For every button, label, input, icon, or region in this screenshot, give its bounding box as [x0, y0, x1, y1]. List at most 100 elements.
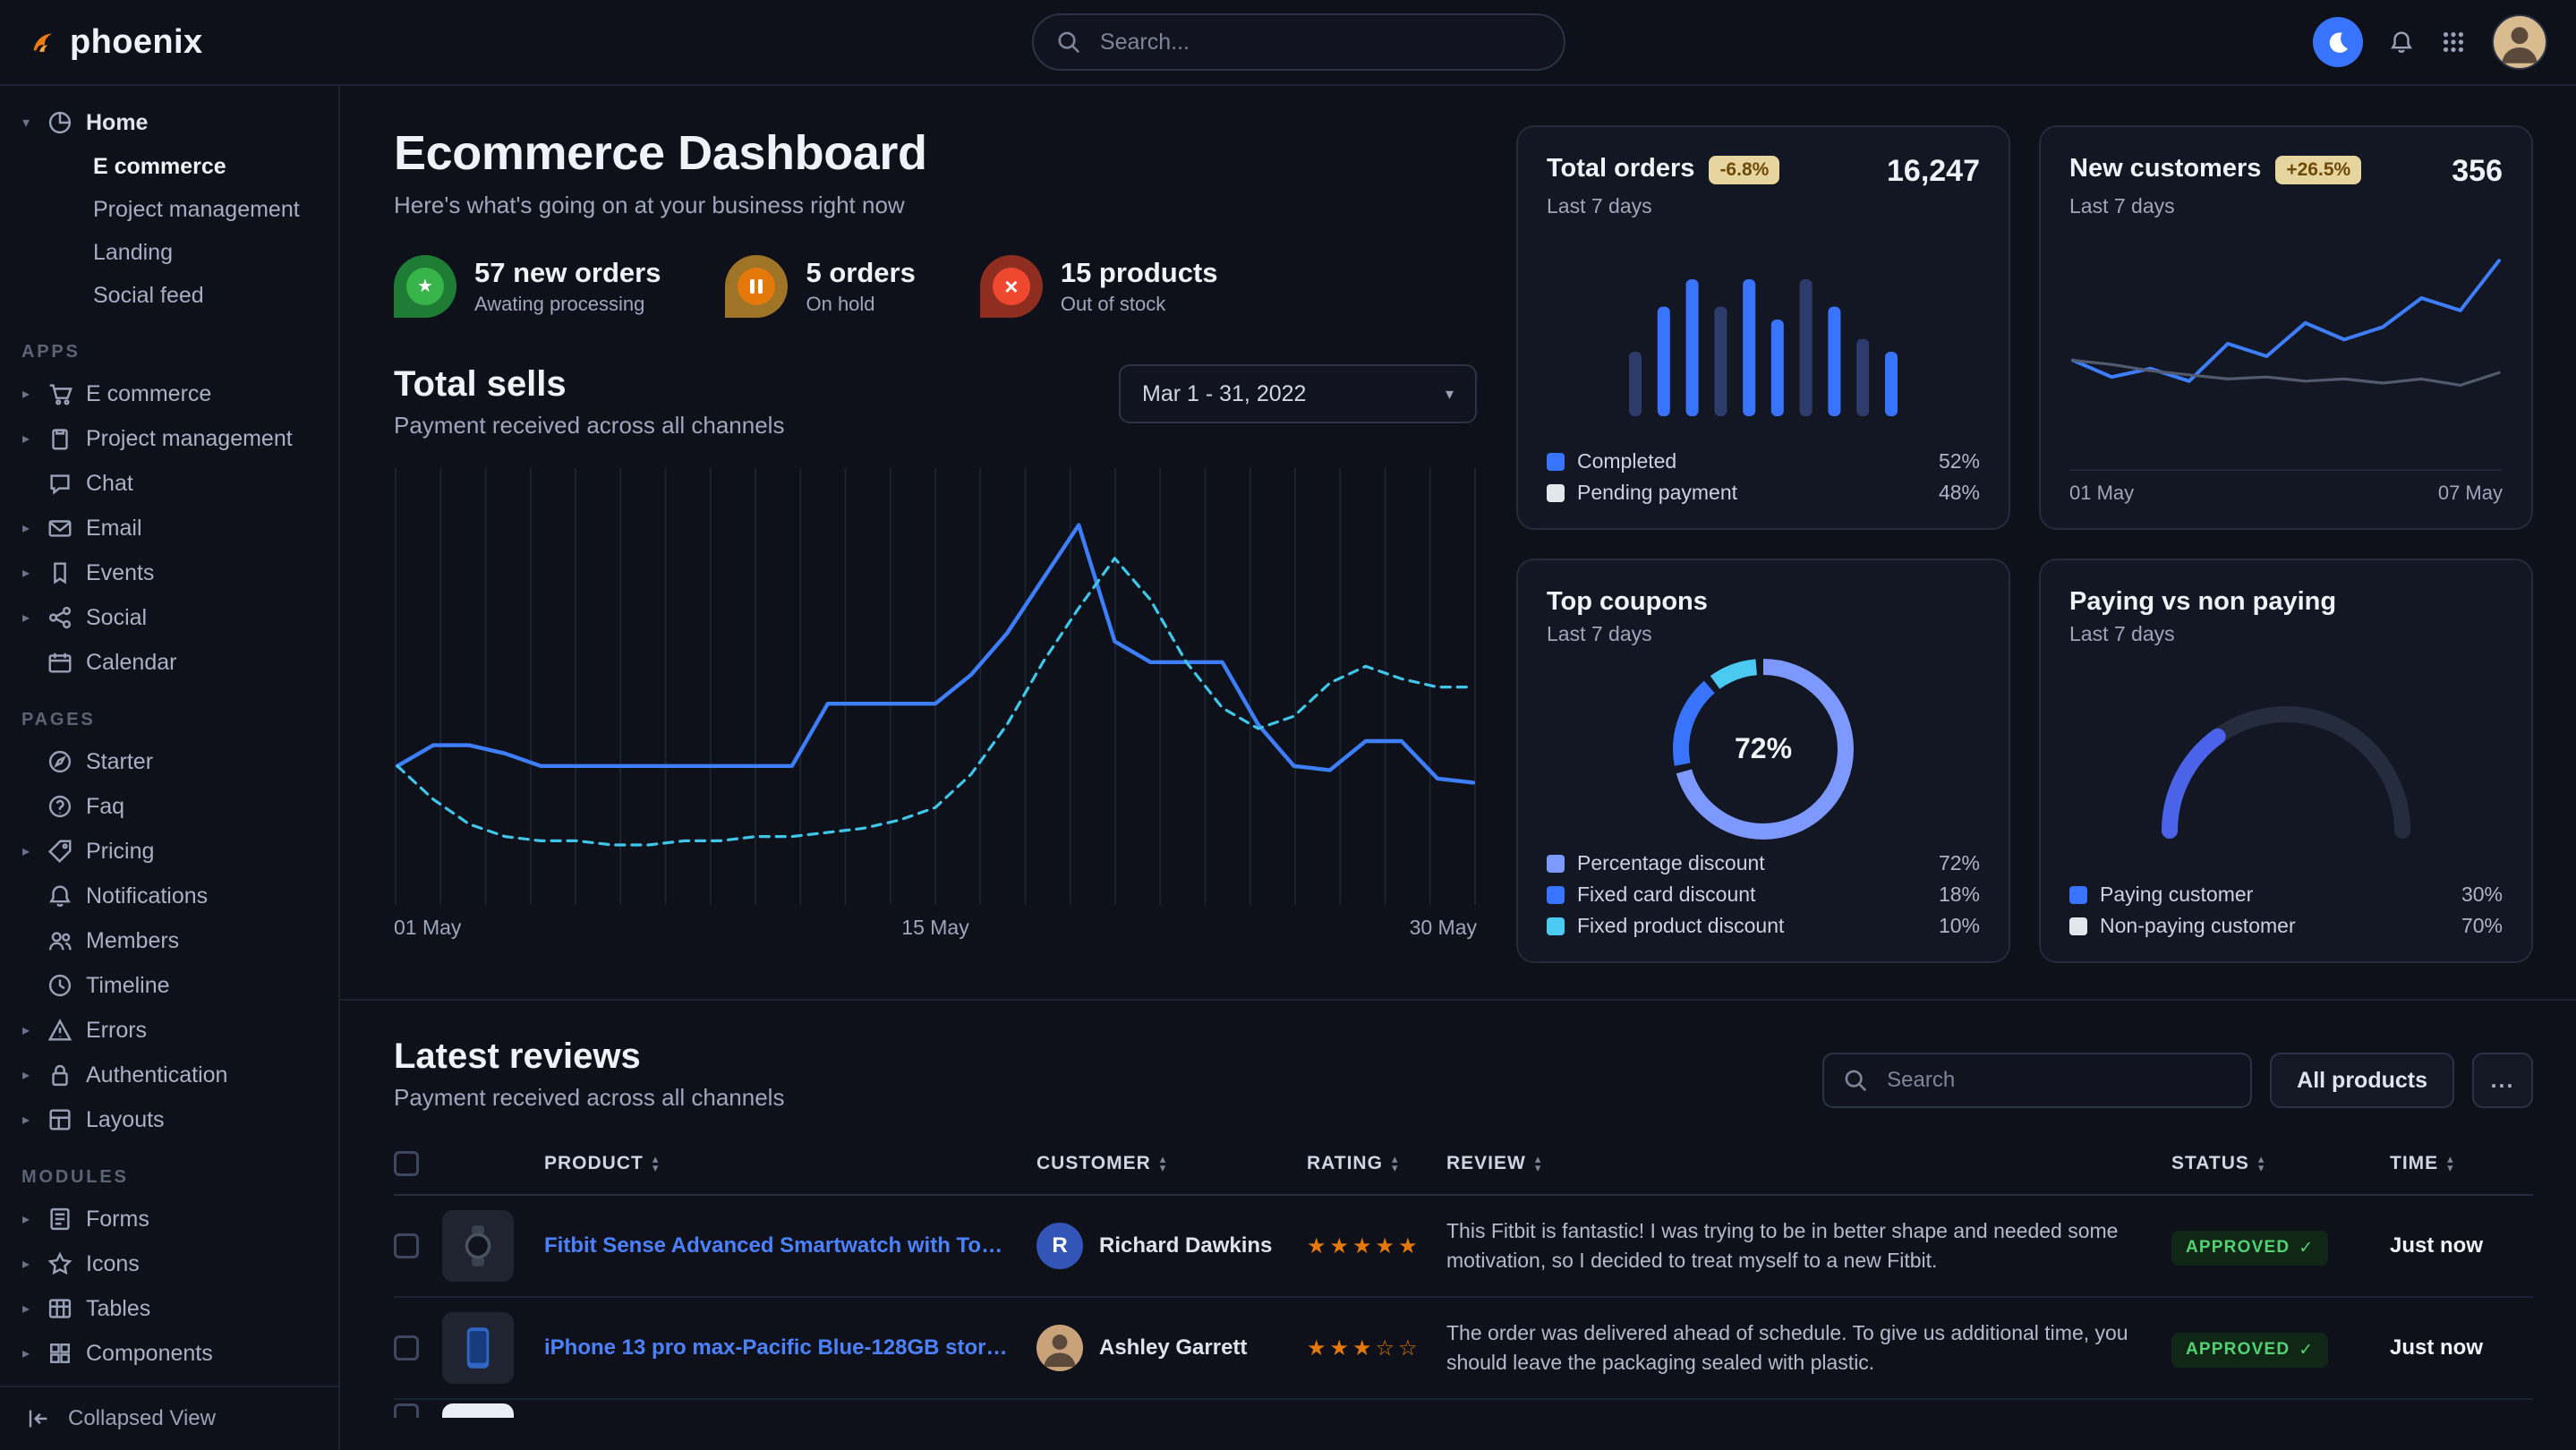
chevron-right-icon: ▸ [18, 1255, 34, 1273]
sidebar-item-starter[interactable]: Starter [0, 739, 338, 784]
column-status[interactable]: STATUS▴▾ [2171, 1153, 2390, 1174]
chevron-right-icon: ▸ [18, 1210, 34, 1228]
clipboard-icon [47, 425, 73, 452]
product-link[interactable]: Fitbit Sense Advanced Smartwatch with To… [544, 1233, 1036, 1258]
search-icon [1055, 29, 1082, 55]
sidebar-section-modules: MODULES [21, 1167, 338, 1188]
global-search-input[interactable] [1096, 28, 1542, 57]
table-icon [47, 1295, 73, 1322]
sidebar-item-components[interactable]: ▸ Components [0, 1331, 338, 1376]
review-row: iPhone 13 pro max-Pacific Blue-128GB sto… [394, 1298, 2533, 1400]
sidebar-item-chat[interactable]: Chat [0, 461, 338, 506]
row-checkbox[interactable] [394, 1335, 419, 1360]
rating-stars: ★★★★★ [1307, 1233, 1446, 1259]
brand-name: phoenix [70, 23, 202, 62]
sidebar-item-errors[interactable]: ▸ Errors [0, 1008, 338, 1053]
notifications-button[interactable] [2388, 26, 2415, 58]
apps-menu-button[interactable] [2440, 27, 2467, 57]
collapsed-view-toggle[interactable]: Collapsed View [0, 1386, 338, 1450]
phoenix-logo-icon [29, 19, 55, 65]
theme-toggle-button[interactable] [2313, 17, 2363, 67]
date-range-select[interactable]: Mar 1 - 31, 2022 ▾ [1119, 364, 1477, 423]
sidebar-item-notifications[interactable]: Notifications [0, 874, 338, 918]
puzzle-icon [47, 1340, 73, 1367]
chat-icon [47, 470, 73, 497]
sidebar-item-home[interactable]: ▾ Home [0, 100, 338, 145]
check-icon: ✓ [2299, 1238, 2314, 1258]
new-orders-icon: ★ [394, 255, 456, 318]
product-thumbnail[interactable] [442, 1312, 514, 1384]
sidebar-item-pricing[interactable]: ▸ Pricing [0, 829, 338, 874]
check-icon: ✓ [2299, 1340, 2314, 1360]
sidebar-item-members[interactable]: Members [0, 918, 338, 963]
sort-icon: ▴▾ [1392, 1155, 1399, 1173]
column-time[interactable]: TIME▴▾ [2390, 1153, 2533, 1174]
sidebar-item-email[interactable]: ▸ Email [0, 506, 338, 550]
all-products-button[interactable]: All products [2270, 1053, 2454, 1108]
sidebar-item-timeline[interactable]: Timeline [0, 963, 338, 1008]
customer-avatar: R [1036, 1223, 1083, 1269]
search-icon [1842, 1067, 1869, 1094]
user-avatar[interactable] [2492, 14, 2547, 70]
latest-reviews-subtitle: Payment received across all channels [394, 1084, 784, 1112]
chevron-right-icon: ▸ [18, 564, 34, 582]
sidebar-item-layouts[interactable]: ▸ Layouts [0, 1097, 338, 1142]
new-customers-badge: +26.5% [2275, 156, 2361, 184]
chevron-right-icon: ▸ [18, 1300, 34, 1318]
sidebar-item-social-feed[interactable]: Social feed [0, 274, 338, 317]
donut-center-value: 72% [1670, 656, 1856, 842]
paying-vs-nonpaying-card: Paying vs non paying Last 7 days Paying … [2039, 559, 2533, 963]
kpi-cards: Total orders -6.8% 16,247 Last 7 days Co… [1516, 125, 2533, 963]
bell-icon [47, 883, 73, 909]
product-thumbnail[interactable] [442, 1210, 514, 1282]
pie-chart-icon [47, 109, 73, 136]
person-icon [2494, 16, 2546, 68]
total-orders-card: Total orders -6.8% 16,247 Last 7 days Co… [1516, 125, 2010, 530]
sidebar-item-apps-ecommerce[interactable]: ▸ E commerce [0, 371, 338, 416]
envelope-icon [47, 515, 73, 542]
customer-cell: R Richard Dawkins [1036, 1223, 1307, 1269]
review-text: This Fitbit is fantastic! I was trying t… [1446, 1216, 2171, 1276]
select-all-checkbox[interactable] [394, 1151, 419, 1176]
new-customers-line-chart [2069, 233, 2503, 462]
sidebar-item-social[interactable]: ▸ Social [0, 595, 338, 640]
column-rating[interactable]: RATING▴▾ [1307, 1153, 1446, 1174]
review-text: The order was delivered ahead of schedul… [1446, 1318, 2171, 1378]
reviews-search-input[interactable] [1883, 1066, 2232, 1095]
column-product[interactable]: PRODUCT▴▾ [544, 1153, 1036, 1174]
column-review[interactable]: REVIEW▴▾ [1446, 1153, 2171, 1174]
sidebar-item-project-management[interactable]: Project management [0, 188, 338, 231]
sidebar-item-faq[interactable]: Faq [0, 784, 338, 829]
sidebar-item-events[interactable]: ▸ Events [0, 550, 338, 595]
order-stats: ★ 57 new ordersAwating processing 5 orde… [394, 255, 1477, 318]
total-orders-badge: -6.8% [1709, 156, 1779, 184]
new-customers-card: New customers +26.5% 356 Last 7 days 01 … [2039, 125, 2533, 530]
lock-icon [47, 1062, 73, 1088]
sidebar-item-ecommerce[interactable]: E commerce [0, 145, 338, 188]
legend-percentage-discount: Percentage discount 72% [1547, 851, 1980, 875]
reviews-search[interactable] [1822, 1053, 2252, 1108]
form-icon [47, 1206, 73, 1232]
sidebar-item-landing[interactable]: Landing [0, 231, 338, 274]
row-checkbox[interactable] [394, 1233, 419, 1258]
sidebar-item-tables[interactable]: ▸ Tables [0, 1286, 338, 1331]
rating-stars: ★★★☆☆ [1307, 1335, 1446, 1361]
customer-cell: Ashley Garrett [1036, 1325, 1307, 1371]
more-options-button[interactable]: ... [2472, 1053, 2533, 1108]
sidebar-item-apps-project-management[interactable]: ▸ Project management [0, 416, 338, 461]
sort-icon: ▴▾ [653, 1155, 660, 1173]
latest-reviews-title: Latest reviews [394, 1036, 784, 1077]
stat-out-of-stock: × 15 productsOut of stock [980, 255, 1218, 318]
global-search[interactable] [1032, 13, 1565, 71]
sidebar-item-icons[interactable]: ▸ Icons [0, 1241, 338, 1286]
product-link[interactable]: iPhone 13 pro max-Pacific Blue-128GB sto… [544, 1335, 1036, 1360]
brand[interactable]: phoenix [29, 19, 340, 65]
row-checkbox[interactable] [394, 1403, 419, 1418]
sidebar-item-calendar[interactable]: Calendar [0, 640, 338, 685]
chevron-right-icon: ▸ [18, 519, 34, 537]
sidebar-item-authentication[interactable]: ▸ Authentication [0, 1053, 338, 1097]
product-thumbnail[interactable] [442, 1403, 514, 1418]
chevron-right-icon: ▸ [18, 1066, 34, 1084]
sidebar-item-forms[interactable]: ▸ Forms [0, 1197, 338, 1241]
column-customer[interactable]: CUSTOMER▴▾ [1036, 1153, 1307, 1174]
